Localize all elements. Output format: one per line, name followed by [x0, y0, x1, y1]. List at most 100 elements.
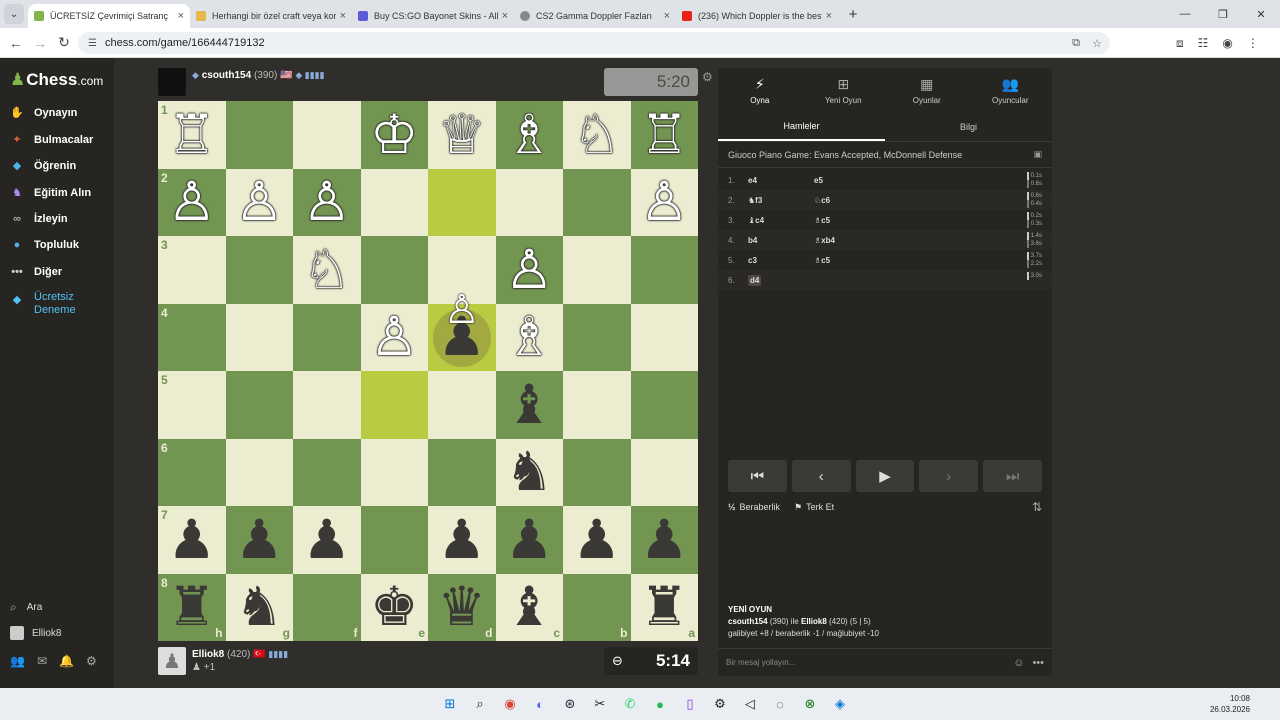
tab-games[interactable]: ▦ Oyunlar: [885, 68, 969, 112]
close-tab-icon[interactable]: ×: [178, 10, 184, 22]
minimize-icon[interactable]: —: [1166, 8, 1204, 20]
square-c1[interactable]: ♗: [495, 101, 563, 169]
white-piece[interactable]: ♖: [168, 108, 216, 162]
board-settings-gear-icon[interactable]: ⚙: [702, 70, 713, 84]
settings-gear-icon[interactable]: ⚙: [86, 654, 97, 668]
black-move[interactable]: e5: [814, 176, 880, 185]
square-h4[interactable]: 4: [158, 303, 226, 371]
white-move[interactable]: ♞f3: [748, 196, 814, 205]
black-piece[interactable]: ♝: [505, 580, 553, 634]
square-c2[interactable]: [495, 168, 563, 236]
tab-players[interactable]: 👥 Oyuncular: [969, 68, 1053, 112]
square-b3[interactable]: [563, 236, 631, 304]
square-e8[interactable]: e ♚: [360, 573, 428, 641]
white-piece[interactable]: ♙: [168, 175, 216, 229]
subtab-moves[interactable]: Hamleler: [718, 112, 885, 141]
square-g3[interactable]: [225, 236, 293, 304]
white-piece[interactable]: ♘: [573, 108, 621, 162]
black-piece[interactable]: ♟: [438, 513, 486, 567]
black-piece[interactable]: ♟: [168, 513, 216, 567]
square-g7[interactable]: ♟: [225, 506, 293, 574]
white-piece[interactable]: ♙: [235, 175, 283, 229]
summary-player-1[interactable]: csouth154: [728, 617, 768, 626]
square-h1[interactable]: 1 ♖: [158, 101, 226, 169]
back-icon[interactable]: ←: [4, 35, 28, 51]
square-f5[interactable]: [293, 371, 361, 439]
settings-gear-icon[interactable]: ⚙: [710, 694, 730, 714]
black-move[interactable]: ♘c6: [814, 196, 880, 205]
app-icon[interactable]: ▯: [680, 694, 700, 714]
square-b4[interactable]: [563, 303, 631, 371]
xbox-icon[interactable]: ⊗: [800, 694, 820, 714]
steam-icon[interactable]: ⊛: [560, 694, 580, 714]
black-piece[interactable]: ♞: [505, 445, 553, 499]
close-tab-icon[interactable]: ×: [340, 10, 346, 22]
square-a3[interactable]: [630, 236, 698, 304]
chess-logo[interactable]: ♟Chess.com: [10, 70, 103, 90]
black-piece[interactable]: ♟: [505, 513, 553, 567]
black-piece[interactable]: ♟: [235, 513, 283, 567]
previous-move-button[interactable]: ‹: [791, 460, 851, 492]
white-piece[interactable]: ♙: [370, 310, 418, 364]
square-e2[interactable]: [360, 168, 428, 236]
square-a5[interactable]: [630, 371, 698, 439]
close-tab-icon[interactable]: ×: [826, 10, 832, 22]
square-h8[interactable]: 8 h ♜: [158, 573, 226, 641]
black-piece[interactable]: ♚: [370, 580, 418, 634]
spotify-icon[interactable]: ●: [650, 694, 670, 714]
square-c7[interactable]: ♟: [495, 506, 563, 574]
square-h5[interactable]: 5: [158, 371, 226, 439]
browser-tab-3[interactable]: Buy CS:GO Bayonet Skins - All ×: [352, 4, 514, 28]
white-piece[interactable]: ♖: [640, 108, 688, 162]
browser-tab-2[interactable]: Herhangi bir özel craft veya kor ×: [190, 4, 352, 28]
square-h2[interactable]: 2 ♙: [158, 168, 226, 236]
summary-player-2[interactable]: Elliok8: [801, 617, 827, 626]
white-move[interactable]: e4: [748, 176, 814, 185]
square-d2[interactable]: [428, 168, 496, 236]
square-d6[interactable]: [428, 438, 496, 506]
white-piece[interactable]: ♙: [505, 243, 553, 297]
capcut-icon[interactable]: ✂: [590, 694, 610, 714]
square-d5[interactable]: [428, 371, 496, 439]
browser-menu-icon[interactable]: ⋮: [1247, 36, 1259, 50]
black-piece[interactable]: ♜: [640, 580, 688, 634]
forward-icon[interactable]: →: [28, 35, 52, 51]
square-e7[interactable]: [360, 506, 428, 574]
site-info-icon[interactable]: ☰: [88, 38, 97, 49]
square-c8[interactable]: c ♝: [495, 573, 563, 641]
black-piece[interactable]: ♛: [438, 580, 486, 634]
chess-board[interactable]: 1 ♖ ♔ ♕ ♗ ♘ ♖ 2 ♙ ♙ ♙ ♙ 3 ♘ ♙ 4 ♙ ♙ ♟ ♗ 5 ♝ 6 ♞ 7 ♟ ♟ ♟ ♟ ♟ ♟ ♟ 8 h ♜ g ♞ f e ♚…: [158, 101, 698, 641]
sidebar-item-community[interactable]: ● Topluluk: [10, 239, 79, 251]
close-tab-icon[interactable]: ×: [502, 10, 508, 22]
square-b5[interactable]: [563, 371, 631, 439]
white-move[interactable]: d4: [748, 274, 814, 286]
sidebar-item-puzzles[interactable]: ✦ Bulmacalar: [10, 133, 93, 147]
top-player-avatar[interactable]: [158, 68, 186, 96]
square-d8[interactable]: d ♛: [428, 573, 496, 641]
square-f2[interactable]: ♙: [293, 168, 361, 236]
square-f6[interactable]: [293, 438, 361, 506]
black-piece[interactable]: ♜: [168, 580, 216, 634]
sidebar-item-more[interactable]: ••• Diğer: [10, 266, 62, 278]
square-d7[interactable]: ♟: [428, 506, 496, 574]
resign-button[interactable]: ⚑ Terk Et: [794, 502, 834, 513]
square-e3[interactable]: [360, 236, 428, 304]
white-piece[interactable]: ♘: [303, 243, 351, 297]
sidebar-item-learn[interactable]: ◆ Öğrenin: [10, 159, 76, 173]
search-icon[interactable]: ⌕: [470, 694, 490, 714]
square-b1[interactable]: ♘: [563, 101, 631, 169]
square-d1[interactable]: ♕: [428, 101, 496, 169]
windows-start-icon[interactable]: ⊞: [440, 694, 460, 714]
app-icon[interactable]: ◁: [740, 694, 760, 714]
restore-icon[interactable]: ❐: [1204, 8, 1242, 21]
square-h7[interactable]: 7 ♟: [158, 506, 226, 574]
square-a2[interactable]: ♙: [630, 168, 698, 236]
sidebar-item-play[interactable]: ✋ Oynayın: [10, 106, 77, 120]
messages-icon[interactable]: ✉: [37, 654, 47, 668]
white-piece[interactable]: ♙: [640, 175, 688, 229]
square-a7[interactable]: ♟: [630, 506, 698, 574]
square-e5[interactable]: [360, 371, 428, 439]
notifications-icon[interactable]: 🔔: [59, 654, 74, 668]
black-piece[interactable]: ♞: [235, 580, 283, 634]
black-piece[interactable]: ♟: [303, 513, 351, 567]
